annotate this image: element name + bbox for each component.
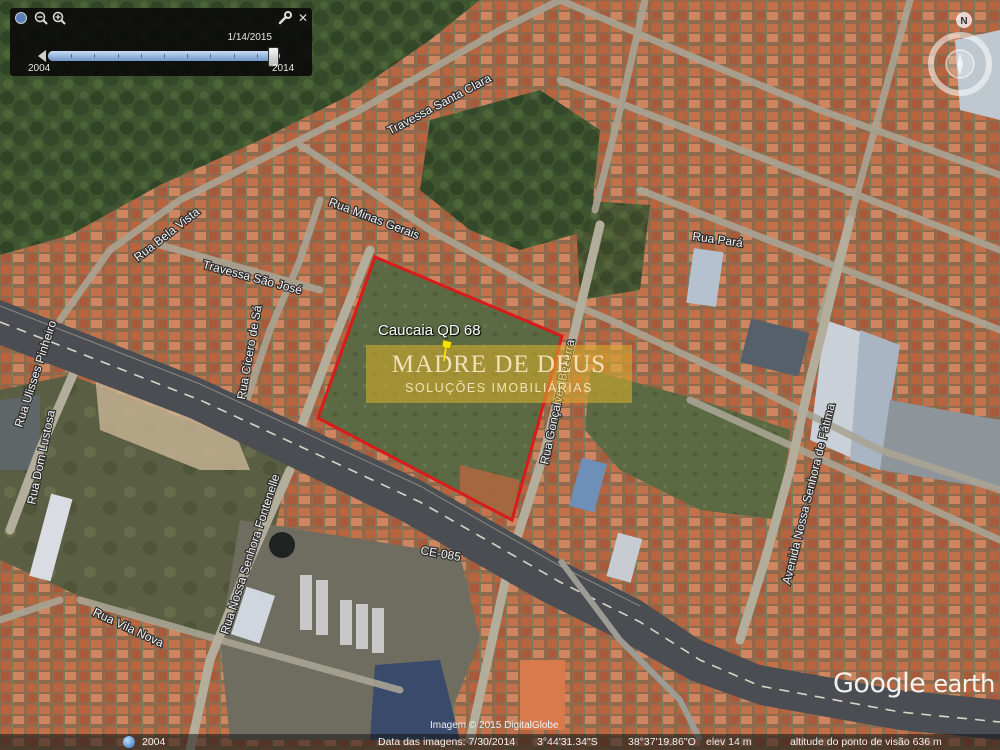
agency-watermark: MADRE DE DEUS SOLUÇÕES IMOBILIÁRIAS xyxy=(366,345,632,403)
elevation: elev 14 m xyxy=(706,736,752,748)
slider-tick xyxy=(256,54,258,58)
slider-tick xyxy=(140,54,142,58)
slider-tick xyxy=(210,54,212,58)
logo-brand: Google xyxy=(833,668,926,699)
close-icon[interactable]: ✕ xyxy=(296,11,310,25)
historical-imagery-slider[interactable]: ✕ 1/14/2015 2004 2014 xyxy=(10,8,312,76)
status-bar: 2004 Imagem © 2015 DigitalGlobe Data das… xyxy=(0,720,1000,750)
start-year: 2004 xyxy=(28,63,51,74)
slider-tick xyxy=(164,54,165,58)
imagery-year: 2004 xyxy=(142,736,166,748)
map-viewport[interactable]: Travessa Santa Clara Rua Minas Gerais Ru… xyxy=(0,0,1000,750)
historical-imagery-icon[interactable] xyxy=(123,736,135,748)
north-label: N xyxy=(960,16,967,27)
zoom-out-icon[interactable] xyxy=(34,11,48,25)
end-year: 2014 xyxy=(272,63,295,74)
eye-altitude: altitude do ponto de visão 636 m xyxy=(790,736,942,748)
slider-tick xyxy=(117,54,119,58)
zoom-in-icon[interactable] xyxy=(52,11,66,25)
latitude: 3°44'31.34"S xyxy=(537,736,598,748)
slider-tick xyxy=(71,54,73,58)
placemark-label[interactable]: Caucaia QD 68 xyxy=(378,322,481,339)
slider-tick xyxy=(233,54,235,58)
wrench-icon[interactable] xyxy=(278,11,292,25)
play-backward-icon[interactable] xyxy=(38,50,46,62)
google-earth-logo: Google earth xyxy=(833,668,995,699)
slider-tick xyxy=(187,54,189,58)
watermark-subtitle: SOLUÇÕES IMOBILIÁRIAS xyxy=(405,381,593,395)
placemark-pin-icon[interactable] xyxy=(440,340,454,362)
imagery-date: Data das imagens: 7/30/2014 xyxy=(378,736,516,748)
watermark-title: MADRE DE DEUS xyxy=(391,351,607,378)
selected-date: 1/14/2015 xyxy=(227,32,273,43)
slider-tick xyxy=(94,54,96,58)
logo-product: earth xyxy=(933,670,995,698)
slider-track[interactable] xyxy=(48,47,280,67)
sun-icon[interactable] xyxy=(14,11,28,25)
slider-fill xyxy=(48,51,274,61)
navigation-compass[interactable]: N xyxy=(924,6,994,106)
longitude: 38°37'19.86"O xyxy=(628,736,696,748)
imagery-copyright: Imagem © 2015 DigitalGlobe xyxy=(430,720,559,731)
